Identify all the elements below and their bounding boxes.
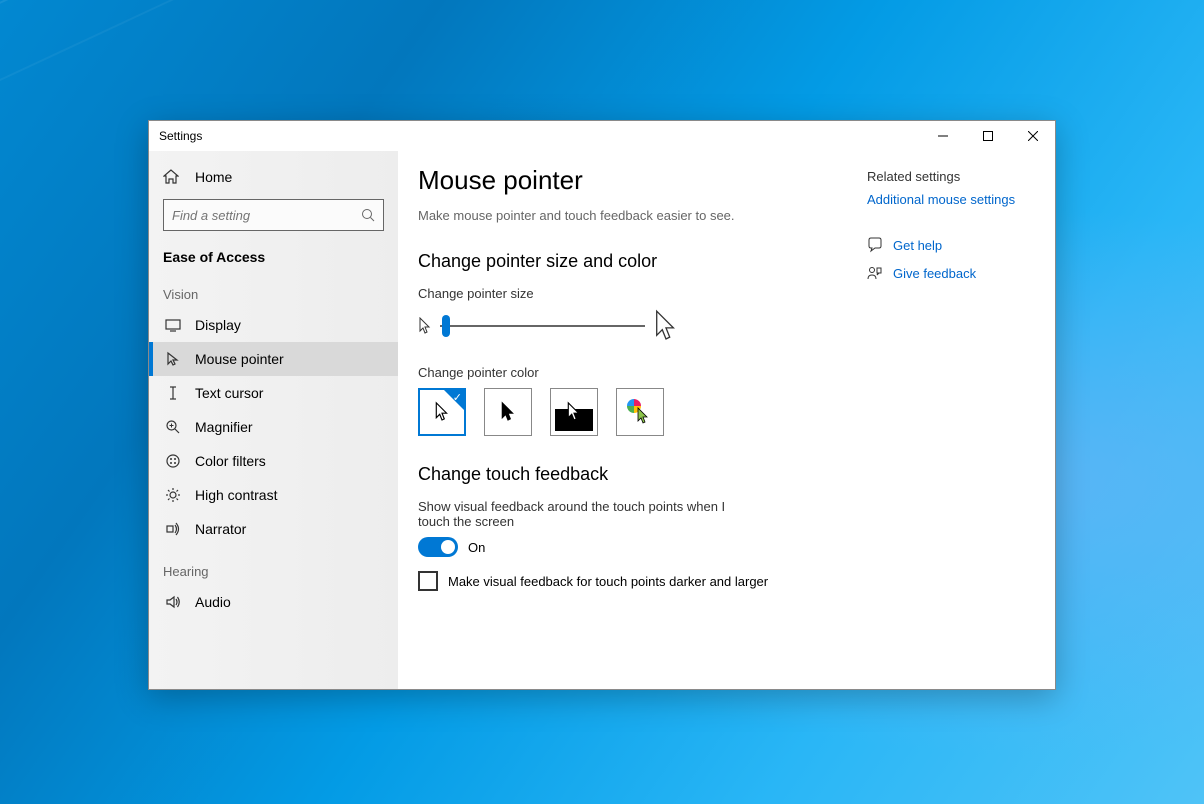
pointer-section-title: Change pointer size and color (418, 251, 835, 272)
search-input[interactable] (172, 208, 361, 223)
window-content: Home Ease of Access Vision Display (149, 151, 1055, 689)
home-label: Home (195, 169, 232, 185)
nav-label: Text cursor (195, 385, 263, 401)
window-controls (920, 121, 1055, 151)
pointer-size-label: Change pointer size (418, 286, 835, 301)
pointer-size-row (418, 309, 835, 343)
nav-high-contrast[interactable]: High contrast (149, 478, 398, 512)
magnifier-icon (163, 419, 183, 435)
cursor-large-icon (653, 309, 679, 343)
nav-audio[interactable]: Audio (149, 585, 398, 619)
touch-feedback-toggle[interactable] (418, 537, 458, 557)
give-feedback-link[interactable]: Give feedback (893, 266, 976, 281)
page-title: Mouse pointer (418, 165, 835, 196)
mouse-pointer-icon (163, 351, 183, 367)
display-icon (163, 317, 183, 333)
text-cursor-icon (163, 385, 183, 401)
nav-label: Mouse pointer (195, 351, 284, 367)
nav-text-cursor[interactable]: Text cursor (149, 376, 398, 410)
help-icon (867, 237, 883, 253)
search-icon (361, 208, 375, 222)
search-container (149, 193, 398, 241)
nav-magnifier[interactable]: Magnifier (149, 410, 398, 444)
group-vision: Vision (149, 269, 398, 308)
touch-section-title: Change touch feedback (418, 464, 835, 485)
window-title: Settings (159, 129, 920, 143)
related-title: Related settings (867, 169, 1043, 184)
page-description: Make mouse pointer and touch feedback ea… (418, 208, 835, 223)
category-title: Ease of Access (149, 241, 398, 269)
additional-mouse-settings-link[interactable]: Additional mouse settings (867, 192, 1043, 207)
touch-desc: Show visual feedback around the touch po… (418, 499, 748, 529)
sidebar: Home Ease of Access Vision Display (149, 151, 398, 689)
nav-label: Display (195, 317, 241, 333)
pointer-color-label: Change pointer color (418, 365, 835, 380)
slider-thumb[interactable] (442, 315, 450, 337)
close-button[interactable] (1010, 121, 1055, 151)
get-help-link[interactable]: Get help (893, 238, 942, 253)
nav-color-filters[interactable]: Color filters (149, 444, 398, 478)
home-nav[interactable]: Home (149, 161, 398, 193)
nav-label: Color filters (195, 453, 266, 469)
home-icon (163, 169, 183, 185)
nav-mouse-pointer[interactable]: Mouse pointer (149, 342, 398, 376)
checkbox-label: Make visual feedback for touch points da… (448, 574, 768, 589)
nav-label: High contrast (195, 487, 277, 503)
pointer-size-slider[interactable] (440, 325, 645, 327)
high-contrast-icon (163, 487, 183, 503)
related-column: Related settings Additional mouse settin… (855, 151, 1055, 689)
nav-label: Audio (195, 594, 231, 610)
pointer-color-black[interactable] (484, 388, 532, 436)
maximize-button[interactable] (965, 121, 1010, 151)
pointer-color-white[interactable]: ✓ (418, 388, 466, 436)
search-box[interactable] (163, 199, 384, 231)
audio-icon (163, 594, 183, 610)
pointer-color-inverted[interactable] (550, 388, 598, 436)
settings-window: Settings Home (148, 120, 1056, 690)
group-hearing: Hearing (149, 546, 398, 585)
nav-label: Narrator (195, 521, 246, 537)
minimize-button[interactable] (920, 121, 965, 151)
main-area: Mouse pointer Make mouse pointer and tou… (398, 151, 1055, 689)
nav-display[interactable]: Display (149, 308, 398, 342)
check-icon: ✓ (453, 391, 462, 404)
get-help-row: Get help (867, 237, 1043, 253)
color-filters-icon (163, 453, 183, 469)
titlebar: Settings (149, 121, 1055, 151)
give-feedback-row: Give feedback (867, 265, 1043, 281)
pointer-color-options: ✓ (418, 388, 835, 436)
nav-label: Magnifier (195, 419, 253, 435)
narrator-icon (163, 521, 183, 537)
nav-narrator[interactable]: Narrator (149, 512, 398, 546)
cursor-small-icon (418, 317, 432, 335)
checkbox-row: Make visual feedback for touch points da… (418, 571, 835, 591)
touch-toggle-row: On (418, 537, 835, 557)
pointer-color-custom[interactable] (616, 388, 664, 436)
darker-larger-checkbox[interactable] (418, 571, 438, 591)
toggle-state: On (468, 540, 485, 555)
feedback-icon (867, 265, 883, 281)
main-column: Mouse pointer Make mouse pointer and tou… (398, 151, 855, 689)
